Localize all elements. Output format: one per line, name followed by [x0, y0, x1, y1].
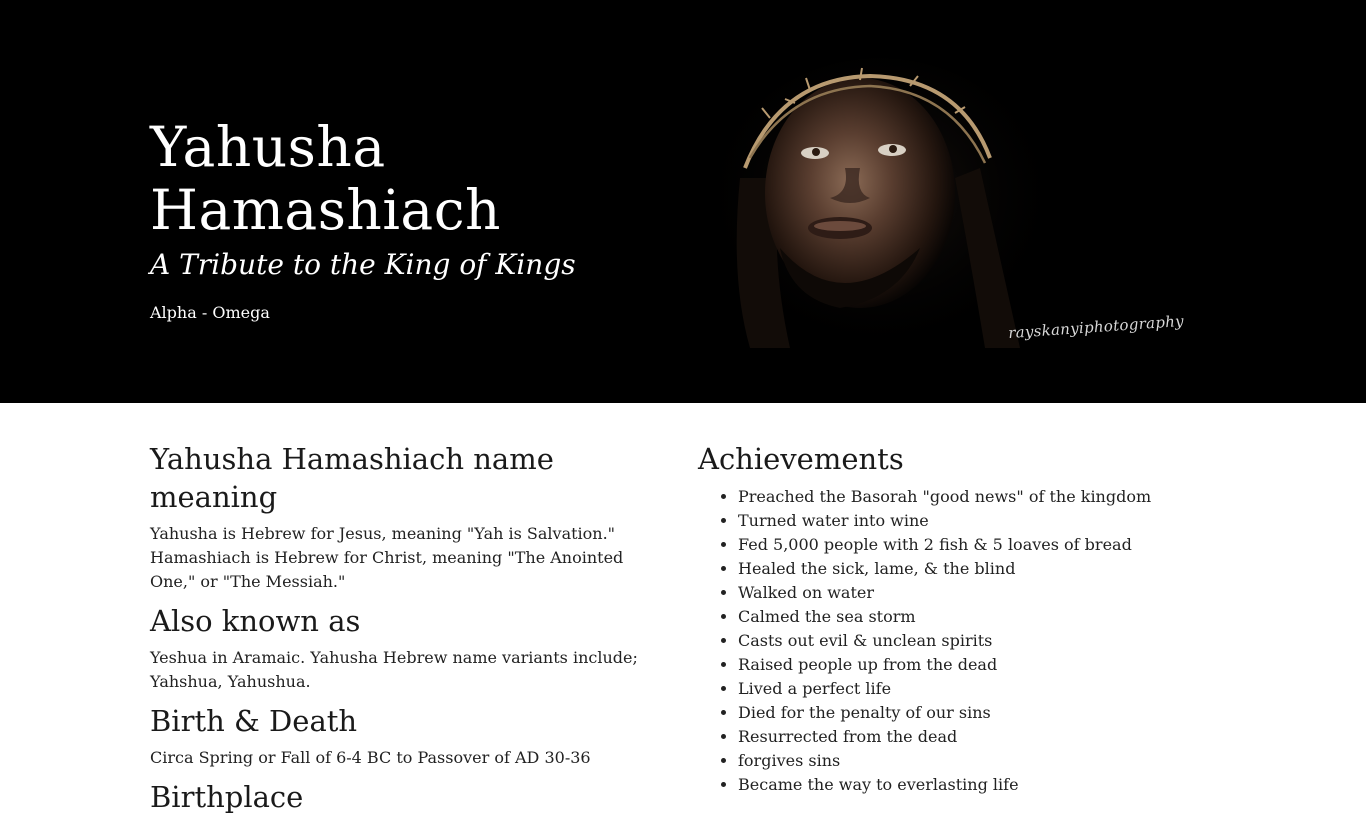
list-item: Lived a perfect life: [738, 677, 1218, 701]
achievements-heading: Achievements: [698, 442, 904, 476]
also-known-as-heading: Also known as: [150, 604, 361, 638]
list-item: Calmed the sea storm: [738, 605, 1218, 629]
list-item: Casts out evil & unclean spirits: [738, 629, 1218, 653]
portrait-image: [700, 58, 1130, 358]
also-known-as-text: Yeshua in Aramaic. Yahusha Hebrew name v…: [150, 648, 638, 691]
name-meaning-heading: Yahusha Hamashiach name meaning: [150, 442, 554, 514]
page-subtitle: A Tribute to the King of Kings: [150, 248, 576, 281]
birthplace-heading: Birthplace: [150, 780, 304, 814]
info-column: Yahusha Hamashiach name meaning Yahusha …: [150, 440, 668, 816]
birth-death-heading: Birth & Death: [150, 704, 358, 738]
name-meaning-text: Yahusha is Hebrew for Jesus, meaning "Ya…: [150, 524, 624, 591]
hero-text: Yahusha Hamashiach A Tribute to the King…: [150, 116, 670, 324]
list-item: forgives sins: [738, 749, 1218, 773]
birth-death-text: Circa Spring or Fall of 6-4 BC to Passov…: [150, 748, 591, 767]
achievements-column: Achievements Preached the Basorah "good …: [698, 440, 1218, 797]
list-item: Became the way to everlasting life: [738, 773, 1218, 797]
list-item: Fed 5,000 people with 2 fish & 5 loaves …: [738, 533, 1218, 557]
list-item: Raised people up from the dead: [738, 653, 1218, 677]
list-item: Preached the Basorah "good news" of the …: [738, 485, 1218, 509]
list-item: Walked on water: [738, 581, 1218, 605]
list-item: Died for the penalty of our sins: [738, 701, 1218, 725]
hero-banner: Yahusha Hamashiach A Tribute to the King…: [0, 0, 1366, 403]
list-item: Turned water into wine: [738, 509, 1218, 533]
list-item: Healed the sick, lame, & the blind: [738, 557, 1218, 581]
tagline: Alpha - Omega: [150, 303, 270, 322]
achievements-list: Preached the Basorah "good news" of the …: [698, 485, 1218, 797]
page-title: Yahusha Hamashiach: [150, 115, 501, 242]
list-item: Resurrected from the dead: [738, 725, 1218, 749]
